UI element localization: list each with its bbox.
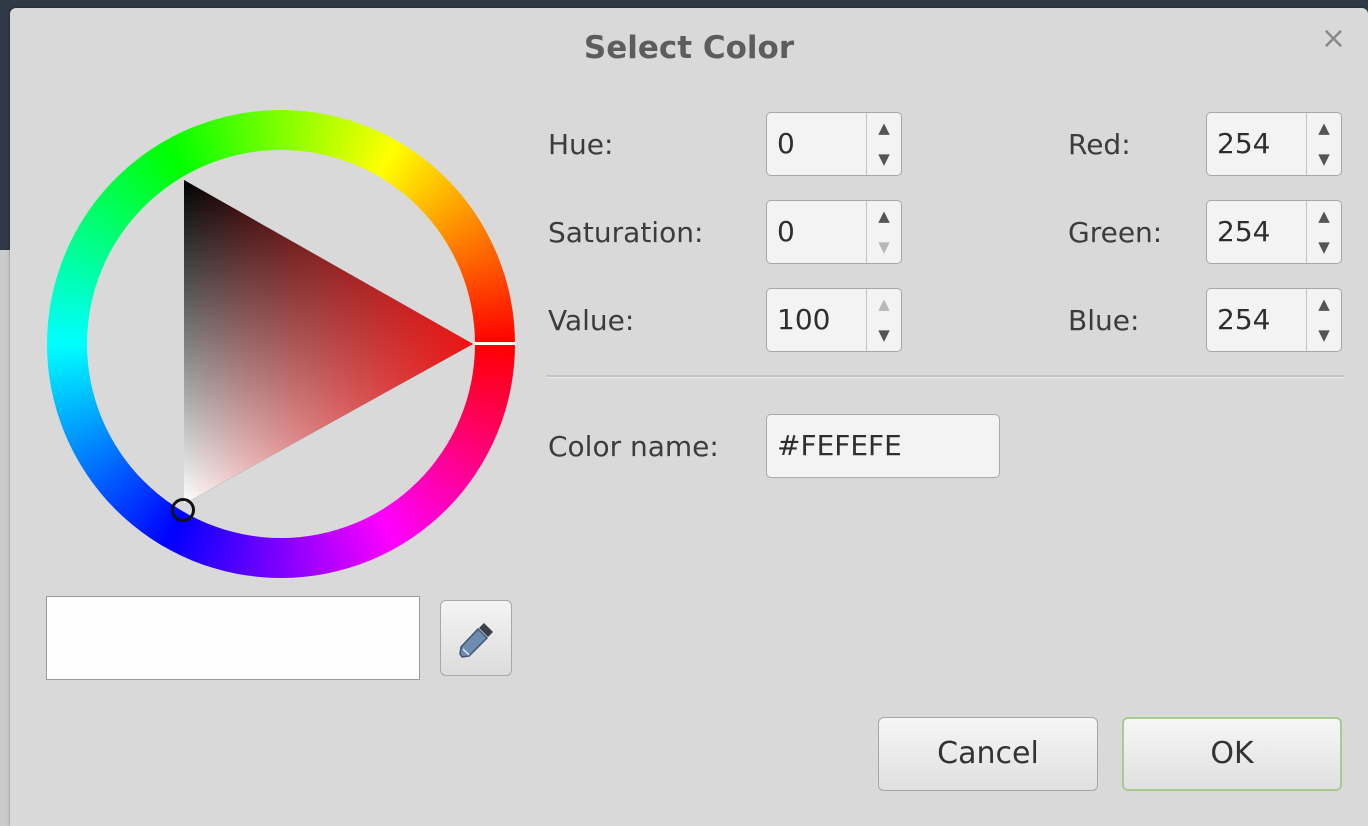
separator (546, 375, 1344, 378)
value-spinbox[interactable]: 100 ▲ ▼ (766, 288, 902, 352)
ok-button[interactable]: OK (1122, 717, 1342, 791)
color-name-label: Color name: (548, 430, 719, 463)
value-value[interactable]: 100 (777, 289, 830, 351)
blue-decrement-icon[interactable]: ▼ (1307, 320, 1341, 351)
sv-triangle[interactable] (47, 110, 515, 578)
green-increment-icon[interactable]: ▲ (1307, 201, 1341, 232)
hue-spin-arrows: ▲ ▼ (866, 113, 901, 175)
green-label: Green: (1068, 216, 1163, 249)
saturation-spin-arrows: ▲ ▼ (866, 201, 901, 263)
saturation-decrement-icon[interactable]: ▼ (867, 232, 901, 263)
green-value[interactable]: 254 (1217, 201, 1270, 263)
value-spin-arrows: ▲ ▼ (866, 289, 901, 351)
select-color-dialog: Select Color × Hue: 0 ▲ ▼ Saturation: 0 … (10, 8, 1368, 826)
color-name-input[interactable]: #FEFEFE (766, 414, 1000, 478)
red-spinbox[interactable]: 254 ▲ ▼ (1206, 112, 1342, 176)
dialog-title: Select Color (583, 30, 795, 66)
saturation-label: Saturation: (548, 216, 704, 249)
green-spinbox[interactable]: 254 ▲ ▼ (1206, 200, 1342, 264)
saturation-spinbox[interactable]: 0 ▲ ▼ (766, 200, 902, 264)
saturation-increment-icon[interactable]: ▲ (867, 201, 901, 232)
cancel-button[interactable]: Cancel (878, 717, 1098, 791)
hue-increment-icon[interactable]: ▲ (867, 113, 901, 144)
red-label: Red: (1068, 128, 1131, 161)
close-icon[interactable]: × (1321, 24, 1346, 54)
hue-spinbox[interactable]: 0 ▲ ▼ (766, 112, 902, 176)
eyedropper-icon (459, 623, 493, 658)
blue-spinbox[interactable]: 254 ▲ ▼ (1206, 288, 1342, 352)
blue-label: Blue: (1068, 304, 1140, 337)
red-decrement-icon[interactable]: ▼ (1307, 144, 1341, 175)
red-spin-arrows: ▲ ▼ (1306, 113, 1341, 175)
value-increment-icon[interactable]: ▲ (867, 289, 901, 320)
red-value[interactable]: 254 (1217, 113, 1270, 175)
red-increment-icon[interactable]: ▲ (1307, 113, 1341, 144)
saturation-value[interactable]: 0 (777, 201, 795, 263)
blue-value[interactable]: 254 (1217, 289, 1270, 351)
blue-spin-arrows: ▲ ▼ (1306, 289, 1341, 351)
hue-label: Hue: (548, 128, 614, 161)
green-spin-arrows: ▲ ▼ (1306, 201, 1341, 263)
hue-value[interactable]: 0 (777, 113, 795, 175)
value-label: Value: (548, 304, 635, 337)
value-decrement-icon[interactable]: ▼ (867, 320, 901, 351)
green-decrement-icon[interactable]: ▼ (1307, 232, 1341, 263)
sv-picker-marker[interactable] (171, 498, 195, 522)
color-preview-swatch (46, 596, 420, 680)
eyedropper-button[interactable] (440, 600, 512, 676)
hue-decrement-icon[interactable]: ▼ (867, 144, 901, 175)
blue-increment-icon[interactable]: ▲ (1307, 289, 1341, 320)
